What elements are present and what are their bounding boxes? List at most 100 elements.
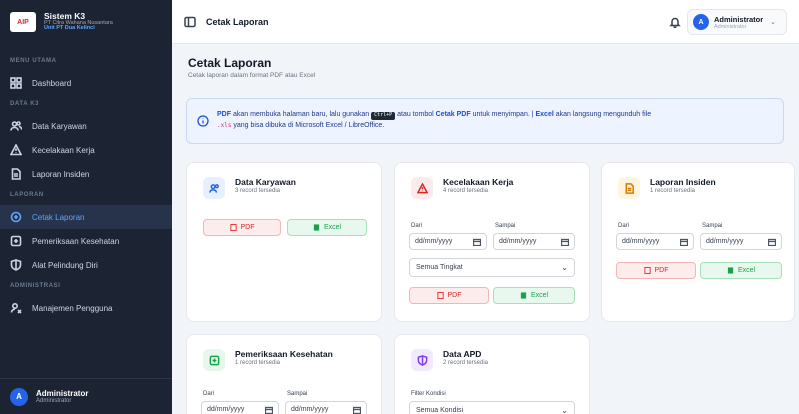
chevron-down-icon: ⌄: [561, 406, 568, 414]
card-title: Laporan Insiden: [650, 177, 716, 187]
sidebar-item-alat-pelindung-diri[interactable]: Alat Pelindung Diri: [0, 253, 172, 277]
calendar-icon: [265, 406, 273, 414]
filter-condition-label: Filter Kondisi: [411, 391, 446, 397]
user-menu[interactable]: A Administrator Administrator ⌄: [687, 9, 787, 35]
shield-icon: [411, 349, 433, 371]
card-title: Pemeriksaan Kesehatan: [235, 349, 333, 359]
info-icon: [197, 115, 209, 127]
document-icon: [618, 177, 640, 199]
sidebar-item-label: Manajemen Pengguna: [32, 303, 113, 313]
card-title: Data Karyawan: [235, 177, 296, 187]
health-icon: [203, 349, 225, 371]
warning-icon: [411, 177, 433, 199]
sidebar-item-label: Laporan Insiden: [32, 169, 90, 179]
warning-icon: [10, 144, 22, 156]
record-count: 4 record tersedia: [443, 188, 489, 194]
to-label: Sampai: [495, 223, 516, 229]
chevron-down-icon: ⌄: [770, 19, 777, 26]
section-label-laporan: LAPORAN: [10, 192, 44, 198]
bell-icon[interactable]: [669, 16, 681, 28]
card-laporan-insiden: Laporan Insiden 1 record tersedia Dari S…: [601, 162, 795, 322]
chevron-down-icon: ⌄: [561, 263, 568, 272]
sidebar-user[interactable]: A Administrator Administrator: [0, 378, 172, 414]
card-pemeriksaan-kesehatan: Pemeriksaan Kesehatan 1 record tersedia …: [186, 334, 382, 414]
section-label-administrasi: ADMINISTRASI: [10, 283, 61, 289]
sidebar-item-cetak-laporan[interactable]: Cetak Laporan: [0, 205, 172, 229]
avatar: A: [693, 14, 709, 30]
severity-select[interactable]: Semua Tingkat ⌄: [409, 258, 575, 277]
record-count: 1 record tersedia: [650, 188, 696, 194]
date-from-input[interactable]: dd/mm/yyyy: [201, 401, 279, 414]
calendar-icon: [768, 238, 776, 246]
card-title: Kecelakaan Kerja: [443, 177, 514, 187]
company-logo: AIP: [10, 12, 36, 32]
sidebar-item-pemeriksaan-kesehatan[interactable]: Pemeriksaan Kesehatan: [0, 229, 172, 253]
date-from-input[interactable]: dd/mm/yyyy: [616, 233, 694, 250]
pdf-button[interactable]: PDF: [616, 262, 696, 279]
date-to-input[interactable]: dd/mm/yyyy: [285, 401, 367, 414]
topbar-title: Cetak Laporan: [206, 16, 269, 27]
page-subtitle: Cetak laporan dalam format PDF atau Exce…: [188, 72, 316, 79]
kbd-shortcut: Ctrl+P: [371, 112, 396, 120]
info-alert: PDF akan membuka halaman baru, lalu guna…: [186, 98, 784, 144]
user-settings-icon: [10, 302, 22, 314]
record-count: 2 record tersedia: [443, 360, 489, 366]
sidebar-item-label: Dashboard: [32, 78, 72, 88]
topbar: Cetak Laporan A Administrator Administra…: [172, 0, 799, 44]
sidebar-item-kecelakaan-kerja[interactable]: Kecelakaan Kerja: [0, 138, 172, 162]
section-label-menu-utama: MENU UTAMA: [10, 58, 57, 64]
info-text: PDF akan membuka halaman baru, lalu guna…: [217, 111, 652, 129]
card-title: Data APD: [443, 349, 482, 359]
sidebar: AIP Sistem K3 PT Citra Wahana Nusantara …: [0, 0, 172, 414]
sidebar-toggle-icon[interactable]: [184, 16, 196, 28]
calendar-icon: [473, 238, 481, 246]
from-label: Dari: [203, 391, 215, 397]
calendar-icon: [680, 238, 688, 246]
record-count: 3 record tersedia: [235, 188, 281, 194]
user-name: Administrator: [714, 14, 764, 24]
health-icon: [10, 235, 22, 247]
pdf-button[interactable]: PDF: [203, 219, 281, 236]
from-label: Dari: [411, 223, 423, 229]
excel-file-icon: [727, 267, 734, 274]
page-title: Cetak Laporan: [188, 56, 272, 70]
calendar-icon: [353, 406, 361, 414]
calendar-icon: [561, 238, 569, 246]
sidebar-item-label: Pemeriksaan Kesehatan: [32, 236, 120, 246]
excel-file-icon: [313, 224, 320, 231]
brand-unit: Unit PT Dua Kelinci: [44, 25, 95, 32]
record-count: 1 record tersedia: [235, 360, 281, 366]
users-icon: [203, 177, 225, 199]
sidebar-item-label: Cetak Laporan: [32, 212, 85, 222]
section-label-data-k3: DATA K3: [10, 101, 40, 107]
excel-button[interactable]: Excel: [287, 219, 367, 236]
dashboard-icon: [10, 77, 22, 89]
excel-button[interactable]: Excel: [493, 287, 575, 304]
pdf-file-icon: [643, 267, 651, 274]
sidebar-item-laporan-insiden[interactable]: Laporan Insiden: [0, 162, 172, 186]
sidebar-item-dashboard[interactable]: Dashboard: [0, 71, 172, 95]
to-label: Sampai: [702, 223, 723, 229]
users-icon: [10, 121, 22, 131]
card-data-apd: Data APD 2 record tersedia Filter Kondis…: [394, 334, 590, 414]
pdf-file-icon: [229, 224, 237, 231]
avatar: A: [10, 387, 28, 406]
excel-button[interactable]: Excel: [700, 262, 782, 279]
shield-icon: [10, 259, 22, 271]
date-from-input[interactable]: dd/mm/yyyy: [409, 233, 487, 250]
date-to-input[interactable]: dd/mm/yyyy: [700, 233, 782, 250]
card-kecelakaan-kerja: Kecelakaan Kerja 4 record tersedia Dari …: [394, 162, 590, 322]
sidebar-item-label: Alat Pelindung Diri: [32, 260, 98, 270]
sidebar-item-manajemen-pengguna[interactable]: Manajemen Pengguna: [0, 296, 172, 320]
condition-select[interactable]: Semua Kondisi ⌄: [409, 401, 575, 414]
user-role: Administrator: [714, 23, 747, 30]
brand[interactable]: AIP Sistem K3 PT Citra Wahana Nusantara …: [0, 0, 172, 44]
document-icon: [11, 168, 21, 180]
user-role: Administrator: [36, 398, 72, 404]
sidebar-item-label: Kecelakaan Kerja: [32, 145, 95, 155]
pdf-button[interactable]: PDF: [409, 287, 489, 304]
to-label: Sampai: [287, 391, 308, 397]
from-label: Dari: [618, 223, 630, 229]
date-to-input[interactable]: dd/mm/yyyy: [493, 233, 575, 250]
sidebar-item-data-karyawan[interactable]: Data Karyawan: [0, 114, 172, 138]
